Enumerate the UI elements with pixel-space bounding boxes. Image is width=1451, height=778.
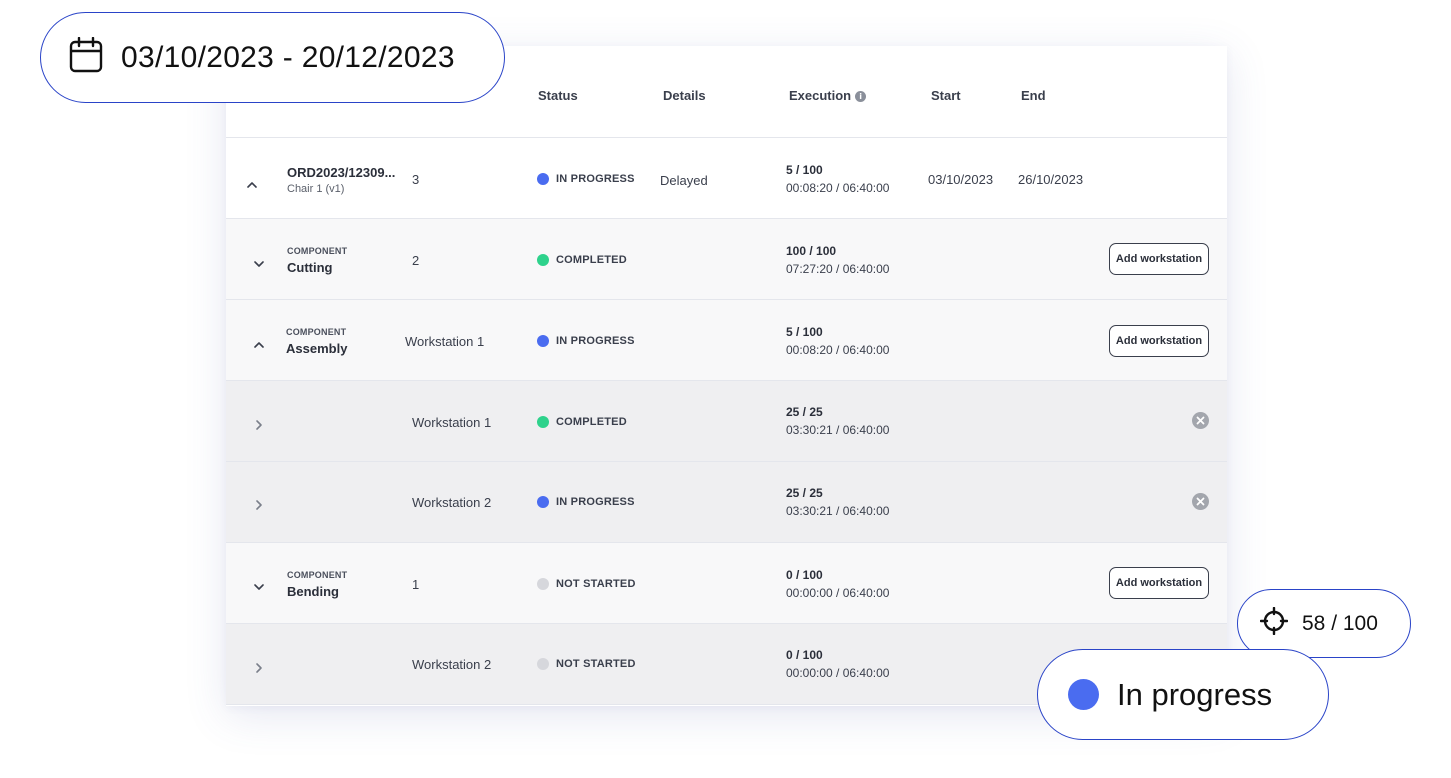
status-badge: COMPLETED — [537, 254, 627, 266]
table-row-workstation-1[interactable]: Workstation 1 COMPLETED 25 / 25 03:30:21… — [226, 381, 1227, 462]
component-tag: COMPONENT — [287, 570, 348, 580]
status-badge: NOT STARTED — [537, 578, 636, 590]
chevron-up-icon[interactable] — [252, 338, 266, 352]
component-cell: COMPONENT Bending — [287, 570, 347, 599]
execution-cell: 0 / 100 00:00:00 / 06:40:00 — [786, 568, 889, 600]
execution-time: 00:00:00 / 06:40:00 — [786, 666, 890, 680]
close-circle-icon[interactable] — [1192, 493, 1209, 510]
status-label: NOT STARTED — [556, 578, 636, 590]
chevron-right-icon[interactable] — [252, 498, 266, 512]
execution-time: 00:08:20 / 06:40:00 — [786, 181, 890, 195]
column-execution-label: Execution — [789, 88, 852, 103]
component-tag: COMPONENT — [287, 246, 348, 256]
add-workstation-button[interactable]: Add workstation — [1109, 325, 1209, 357]
progress-score-badge: 58 / 100 — [1237, 589, 1411, 658]
order-product: Chair 1 (v1) — [287, 183, 345, 195]
execution-units: 5 / 100 — [786, 163, 823, 177]
execution-units: 0 / 100 — [786, 648, 823, 662]
order-quantity: 3 — [412, 172, 420, 187]
workstation-name: Workstation 2 — [412, 495, 492, 510]
status-badge: COMPLETED — [537, 416, 627, 428]
status-label: IN PROGRESS — [556, 173, 635, 185]
status-label: COMPLETED — [556, 254, 627, 266]
execution-cell: 25 / 25 03:30:21 / 06:40:00 — [786, 486, 889, 518]
order-id[interactable]: ORD2023/12309... — [287, 165, 395, 180]
execution-time: 07:27:20 / 06:40:00 — [786, 262, 890, 276]
execution-time: 00:08:20 / 06:40:00 — [786, 343, 890, 357]
execution-time: 00:00:00 / 06:40:00 — [786, 586, 890, 600]
execution-units: 0 / 100 — [786, 568, 823, 582]
status-badge: IN PROGRESS — [537, 173, 635, 185]
execution-cell: 25 / 25 03:30:21 / 06:40:00 — [786, 405, 889, 437]
table-row-component-bending[interactable]: COMPONENT Bending 1 NOT STARTED 0 / 100 … — [226, 543, 1227, 624]
table-row-workstation-2[interactable]: Workstation 2 IN PROGRESS 25 / 25 03:30:… — [226, 462, 1227, 543]
date-range-text: 03/10/2023 - 20/12/2023 — [121, 40, 455, 74]
status-badge: IN PROGRESS — [537, 496, 635, 508]
order-details: Delayed — [660, 173, 708, 188]
column-end[interactable]: End — [1021, 88, 1046, 103]
close-circle-icon[interactable] — [1192, 412, 1209, 429]
chevron-right-icon[interactable] — [252, 661, 266, 675]
component-quantity: Workstation 1 — [405, 334, 485, 349]
column-details[interactable]: Details — [663, 88, 706, 103]
status-badge: NOT STARTED — [537, 658, 636, 670]
workstation-name: Workstation 2 — [412, 657, 492, 672]
table-row-component-assembly[interactable]: COMPONENT Assembly Workstation 1 IN PROG… — [226, 300, 1227, 381]
chevron-down-icon[interactable] — [252, 580, 266, 594]
workstation-name: Workstation 1 — [412, 415, 492, 430]
column-start[interactable]: Start — [931, 88, 961, 103]
status-label: IN PROGRESS — [556, 496, 635, 508]
status-label: IN PROGRESS — [556, 335, 635, 347]
execution-cell: 5 / 100 00:08:20 / 06:40:00 — [786, 325, 889, 357]
component-name: Bending — [287, 584, 339, 599]
status-label: NOT STARTED — [556, 658, 636, 670]
execution-units: 5 / 100 — [786, 325, 823, 339]
info-icon[interactable]: i — [855, 91, 867, 102]
status-label: COMPLETED — [556, 416, 627, 428]
status-dot-icon — [537, 658, 549, 670]
date-range-picker[interactable]: 03/10/2023 - 20/12/2023 — [40, 12, 505, 103]
execution-units: 100 / 100 — [786, 244, 837, 258]
column-execution[interactable]: Execution i — [789, 88, 867, 103]
status-dot-icon — [537, 496, 549, 508]
status-dot-icon — [537, 254, 549, 266]
table-row-component-cutting[interactable]: COMPONENT Cutting 2 COMPLETED 100 / 100 … — [226, 219, 1227, 300]
order-cell: ORD2023/12309... Chair 1 (v1) — [287, 165, 395, 195]
column-status[interactable]: Status — [538, 88, 578, 103]
status-badge: IN PROGRESS — [537, 335, 635, 347]
execution-units: 25 / 25 — [786, 486, 823, 500]
status-dot-icon — [537, 173, 549, 185]
chevron-down-icon[interactable] — [252, 257, 266, 271]
crosshair-icon — [1259, 606, 1289, 640]
start-date: 03/10/2023 — [928, 172, 994, 187]
score-text: 58 / 100 — [1302, 611, 1378, 635]
status-pill-text: In progress — [1117, 676, 1273, 712]
chevron-up-icon[interactable] — [245, 178, 259, 192]
component-name: Assembly — [286, 341, 348, 356]
status-dot-icon — [1068, 679, 1099, 710]
status-pill: In progress — [1037, 649, 1329, 740]
execution-units: 25 / 25 — [786, 405, 823, 419]
component-name: Cutting — [287, 260, 333, 275]
production-table: Status Details Execution i Start End ORD2… — [226, 46, 1227, 706]
component-tag: COMPONENT — [286, 327, 347, 337]
execution-cell: 0 / 100 00:00:00 / 06:40:00 — [786, 648, 889, 680]
table-row-order[interactable]: ORD2023/12309... Chair 1 (v1) 3 IN PROGR… — [226, 138, 1227, 219]
execution-time: 03:30:21 / 06:40:00 — [786, 423, 890, 437]
execution-cell: 100 / 100 07:27:20 / 06:40:00 — [786, 244, 889, 276]
component-cell: COMPONENT Cutting — [287, 246, 347, 275]
execution-cell: 5 / 100 00:08:20 / 06:40:00 — [786, 163, 889, 195]
calendar-icon — [69, 36, 103, 78]
add-workstation-button[interactable]: Add workstation — [1109, 243, 1209, 275]
component-quantity: 2 — [412, 253, 420, 268]
add-workstation-button[interactable]: Add workstation — [1109, 567, 1209, 599]
status-dot-icon — [537, 335, 549, 347]
component-cell: COMPONENT Assembly — [286, 327, 347, 356]
execution-time: 03:30:21 / 06:40:00 — [786, 504, 890, 518]
chevron-right-icon[interactable] — [252, 418, 266, 432]
component-quantity: 1 — [412, 577, 420, 592]
status-dot-icon — [537, 578, 549, 590]
status-dot-icon — [537, 416, 549, 428]
end-date: 26/10/2023 — [1018, 172, 1084, 187]
